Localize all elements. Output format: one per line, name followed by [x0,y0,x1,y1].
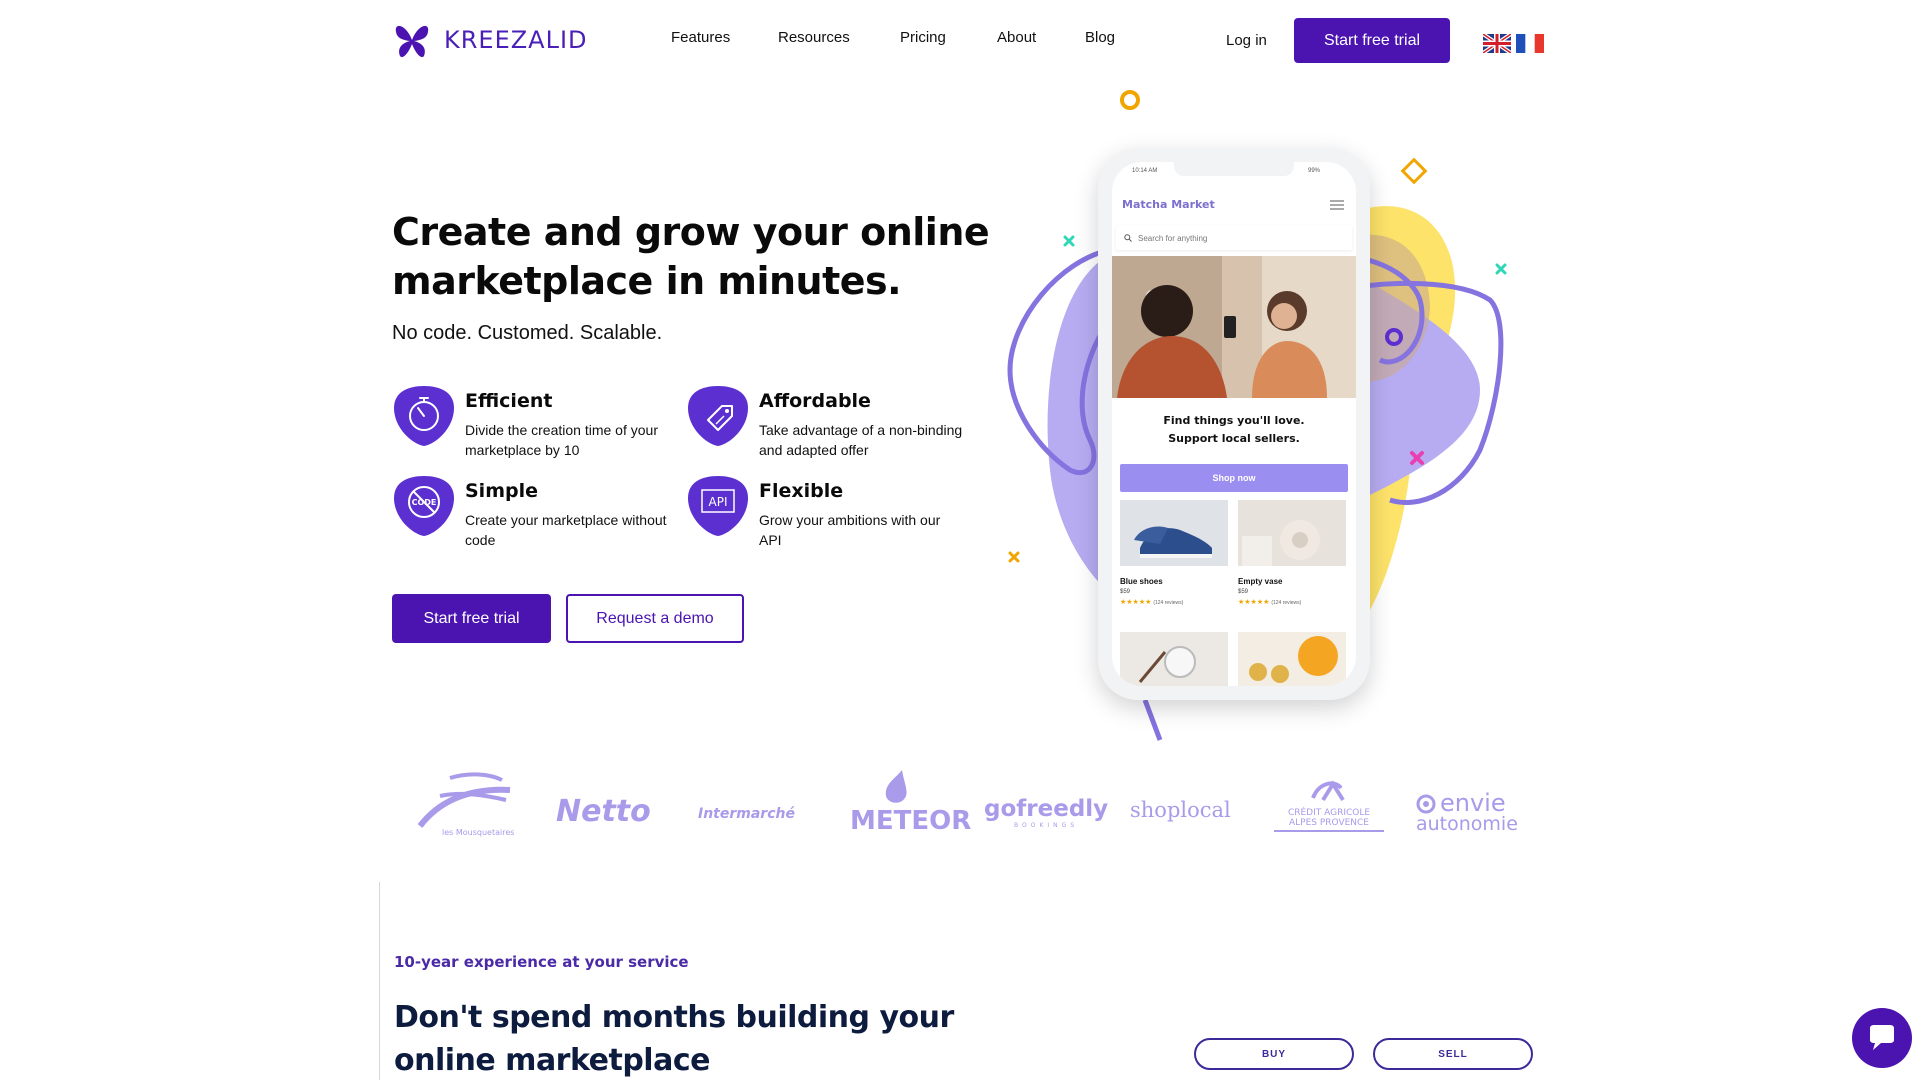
shop-now-button[interactable]: Shop now [1120,464,1348,492]
mousquetaires-mark-icon [417,772,511,828]
status-time: 10:14 AM [1132,168,1158,174]
header-start-trial-button[interactable]: Start free trial [1294,18,1450,63]
feature-title: Affordable [759,390,871,412]
section-eyebrow: 10-year experience at your service [394,953,689,971]
logo-intermarche: Intermarché [698,806,795,822]
buy-tab-button[interactable]: BUY [1194,1038,1354,1070]
product-reviews: (124 reviews) [1271,600,1302,606]
product-card[interactable]: Blue shoes $59 ★★★★★ (124 reviews) [1120,500,1228,606]
product-rating: ★★★★★ (124 reviews) [1238,599,1302,606]
logo-envie-autonomie: envie autonomie [1416,789,1518,835]
login-link[interactable]: Log in [1226,32,1267,49]
orange-cross [1008,551,1020,563]
nav-about[interactable]: About [997,29,1036,46]
feature-affordable: Affordable Take advantage of a non-bindi… [686,384,962,464]
credit-agricole-mark-icon [1311,780,1345,802]
sell-tab-button[interactable]: SELL [1373,1038,1533,1070]
logo-meteor: METEOR [842,770,971,842]
price-tag-icon [688,386,748,446]
phone-notch [1174,162,1294,176]
product-name: Empty vase [1238,577,1283,586]
feature-flexible: API Flexible Grow your ambitions with ou… [686,474,946,554]
nav-blog[interactable]: Blog [1085,29,1115,46]
section-divider-line [379,882,380,1080]
outline-stem [1142,699,1163,741]
product-image-cup [1120,632,1228,686]
promo-line-1: Find things you'll love. [1163,414,1305,427]
start-trial-button[interactable]: Start free trial [392,594,551,643]
feature-title: Efficient [465,390,553,412]
product-reviews: (124 reviews) [1153,600,1184,606]
teal-cross-left [1063,235,1075,247]
logo-netto: Netto [556,794,651,829]
app-title: Matcha Market [1122,198,1215,211]
logo-gofreedly: gofreedly BOOKINGS [984,796,1109,829]
phone-screen: 10:14 AM 99% Matcha Market Search for an… [1112,162,1356,686]
search-icon [1124,234,1132,242]
hero-subtitle: No code. Customed. Scalable. [392,322,663,344]
phone-search-bar[interactable]: Search for anything [1116,226,1352,250]
feature-title: Flexible [759,480,844,502]
phone-mockup: 10:14 AM 99% Matcha Market Search for an… [1098,148,1370,700]
hamburger-menu-icon[interactable] [1330,200,1344,210]
teal-cross-right [1495,263,1507,275]
product-name: Blue shoes [1120,577,1163,586]
chat-bubble-icon [1870,1025,1894,1050]
request-demo-button[interactable]: Request a demo [566,594,744,643]
client-logos: les Mousquetaires Netto Intermarché METE… [410,770,1530,850]
feature-simple: CODE Simple Create your marketplace with… [392,474,667,554]
stopwatch-icon [394,386,454,446]
brand-logo[interactable]: KREEZALID [392,20,588,60]
nav-features[interactable]: Features [671,29,730,46]
uk-flag-icon[interactable] [1483,34,1511,53]
hero-photo-image [1112,256,1356,398]
logo-credit-agricole: CRÉDIT AGRICOLE ALPES PROVENCE [1274,778,1384,850]
product-image-flowers [1238,632,1346,686]
feature-text: Take advantage of a non-binding and adap… [759,422,963,458]
logo-les-mousquetaires: les Mousquetaires [410,770,520,842]
status-battery: 99% [1308,168,1321,174]
product-rating: ★★★★★ (124 reviews) [1120,599,1184,606]
product-card[interactable]: Empty vase $59 ★★★★★ (124 reviews) [1238,500,1346,606]
product-price: $59 [1238,589,1249,595]
nav-resources[interactable]: Resources [778,29,850,46]
nav-pricing[interactable]: Pricing [900,29,946,46]
logo-shoplocal: shoplocal [1130,798,1231,822]
api-icon: API [688,476,748,536]
vase-image [1238,500,1346,566]
product-price: $59 [1120,589,1131,595]
feature-text: Create your marketplace without code [465,512,667,548]
hero-title: Create and grow your online marketplace … [392,210,990,303]
chat-widget-button[interactable] [1852,1008,1912,1068]
envie-globe-icon [1416,794,1436,814]
brand-name: KREEZALID [444,26,588,54]
butterfly-logo-icon [395,25,429,58]
feature-text: Grow your ambitions with our API [759,512,941,548]
orange-ring [1120,90,1140,110]
orange-diamond [1400,157,1428,185]
meteor-flame-icon [885,770,907,803]
promo-line-2: Support local sellers. [1168,432,1300,445]
feature-text: Divide the creation time of your marketp… [465,422,658,458]
promo-text: Find things you'll love. Support local s… [1112,412,1356,448]
feature-efficient: Efficient Divide the creation time of yo… [392,384,658,464]
feature-title: Simple [465,480,538,502]
french-flag-icon[interactable] [1516,34,1544,53]
blue-shoes-image [1120,500,1228,566]
section-title: Don't spend months building your online … [394,1000,954,1078]
svg-text:API: API [709,495,728,509]
search-placeholder: Search for anything [1138,233,1208,243]
no-code-icon: CODE [394,476,454,536]
